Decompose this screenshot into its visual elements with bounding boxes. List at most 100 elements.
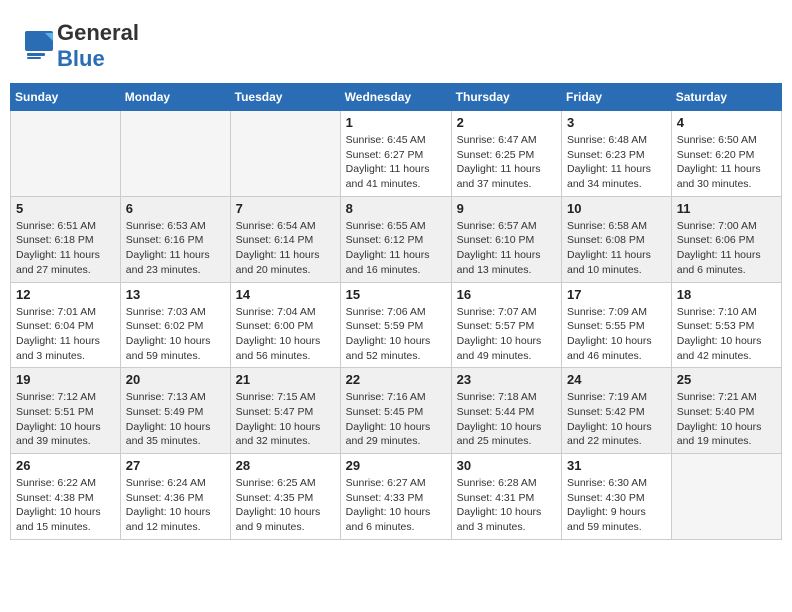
day-info: Sunrise: 7:15 AM Sunset: 5:47 PM Dayligh…: [236, 390, 335, 449]
day-info: Sunrise: 6:22 AM Sunset: 4:38 PM Dayligh…: [16, 476, 115, 535]
day-info: Sunrise: 7:07 AM Sunset: 5:57 PM Dayligh…: [457, 305, 556, 364]
day-info: Sunrise: 7:06 AM Sunset: 5:59 PM Dayligh…: [346, 305, 446, 364]
day-info: Sunrise: 7:21 AM Sunset: 5:40 PM Dayligh…: [677, 390, 776, 449]
day-info: Sunrise: 7:01 AM Sunset: 6:04 PM Dayligh…: [16, 305, 115, 364]
calendar-cell: 24 Sunrise: 7:19 AM Sunset: 5:42 PM Dayli…: [562, 368, 672, 454]
day-number: 30: [457, 458, 556, 473]
day-info: Sunrise: 6:45 AM Sunset: 6:27 PM Dayligh…: [346, 133, 446, 192]
day-info: Sunrise: 7:10 AM Sunset: 5:53 PM Dayligh…: [677, 305, 776, 364]
calendar-cell: 14 Sunrise: 7:04 AM Sunset: 6:00 PM Dayli…: [230, 282, 340, 368]
day-number: 7: [236, 201, 335, 216]
weekday-header-thursday: Thursday: [451, 84, 561, 111]
weekday-header-monday: Monday: [120, 84, 230, 111]
day-number: 26: [16, 458, 115, 473]
calendar-cell: 6Sunrise: 6:53 AM Sunset: 6:16 PM Daylig…: [120, 196, 230, 282]
day-number: 3: [567, 115, 666, 130]
calendar-cell: 22 Sunrise: 7:16 AM Sunset: 5:45 PM Dayli…: [340, 368, 451, 454]
day-number: 29: [346, 458, 446, 473]
day-info: Sunrise: 6:27 AM Sunset: 4:33 PM Dayligh…: [346, 476, 446, 535]
day-number: 14: [236, 287, 335, 302]
calendar-cell: 31 Sunrise: 6:30 AM Sunset: 4:30 PM Dayli…: [562, 454, 672, 540]
day-number: 24: [567, 372, 666, 387]
day-number: 22: [346, 372, 446, 387]
day-number: 2: [457, 115, 556, 130]
calendar-cell: 12Sunrise: 7:01 AM Sunset: 6:04 PM Dayli…: [11, 282, 121, 368]
logo-icon: [25, 31, 55, 61]
calendar-cell: 27Sunrise: 6:24 AM Sunset: 4:36 PM Dayli…: [120, 454, 230, 540]
day-info: Sunrise: 6:54 AM Sunset: 6:14 PM Dayligh…: [236, 219, 335, 278]
calendar-cell: 17Sunrise: 7:09 AM Sunset: 5:55 PM Dayli…: [562, 282, 672, 368]
calendar-cell: [11, 111, 121, 197]
day-number: 4: [677, 115, 776, 130]
day-info: Sunrise: 6:25 AM Sunset: 4:35 PM Dayligh…: [236, 476, 335, 535]
calendar-cell: 26 Sunrise: 6:22 AM Sunset: 4:38 PM Dayli…: [11, 454, 121, 540]
calendar-cell: 18 Sunrise: 7:10 AM Sunset: 5:53 PM Dayli…: [671, 282, 781, 368]
calendar-cell: 15Sunrise: 7:06 AM Sunset: 5:59 PM Dayli…: [340, 282, 451, 368]
calendar-week-row: 5Sunrise: 6:51 AM Sunset: 6:18 PM Daylig…: [11, 196, 782, 282]
weekday-header-wednesday: Wednesday: [340, 84, 451, 111]
weekday-header-tuesday: Tuesday: [230, 84, 340, 111]
calendar-cell: 29 Sunrise: 6:27 AM Sunset: 4:33 PM Dayli…: [340, 454, 451, 540]
day-info: Sunrise: 7:00 AM Sunset: 6:06 PM Dayligh…: [677, 219, 776, 278]
day-number: 20: [126, 372, 225, 387]
calendar-cell: 23Sunrise: 7:18 AM Sunset: 5:44 PM Dayli…: [451, 368, 561, 454]
day-info: Sunrise: 6:47 AM Sunset: 6:25 PM Dayligh…: [457, 133, 556, 192]
logo: GeneralBlue: [25, 20, 139, 72]
weekday-header-sunday: Sunday: [11, 84, 121, 111]
calendar-cell: 19 Sunrise: 7:12 AM Sunset: 5:51 PM Dayli…: [11, 368, 121, 454]
day-number: 9: [457, 201, 556, 216]
weekday-header-saturday: Saturday: [671, 84, 781, 111]
calendar-cell: 9 Sunrise: 6:57 AM Sunset: 6:10 PM Daylig…: [451, 196, 561, 282]
weekday-header-row: SundayMondayTuesdayWednesdayThursdayFrid…: [11, 84, 782, 111]
day-number: 28: [236, 458, 335, 473]
day-info: Sunrise: 7:19 AM Sunset: 5:42 PM Dayligh…: [567, 390, 666, 449]
day-info: Sunrise: 6:48 AM Sunset: 6:23 PM Dayligh…: [567, 133, 666, 192]
day-number: 19: [16, 372, 115, 387]
day-number: 16: [457, 287, 556, 302]
calendar-cell: 13 Sunrise: 7:03 AM Sunset: 6:02 PM Dayli…: [120, 282, 230, 368]
calendar-cell: 5Sunrise: 6:51 AM Sunset: 6:18 PM Daylig…: [11, 196, 121, 282]
day-number: 17: [567, 287, 666, 302]
calendar-table: SundayMondayTuesdayWednesdayThursdayFrid…: [10, 83, 782, 540]
day-number: 31: [567, 458, 666, 473]
calendar-cell: [230, 111, 340, 197]
day-number: 18: [677, 287, 776, 302]
calendar-cell: 20 Sunrise: 7:13 AM Sunset: 5:49 PM Dayli…: [120, 368, 230, 454]
day-number: 6: [126, 201, 225, 216]
day-info: Sunrise: 7:12 AM Sunset: 5:51 PM Dayligh…: [16, 390, 115, 449]
day-info: Sunrise: 6:57 AM Sunset: 6:10 PM Dayligh…: [457, 219, 556, 278]
calendar-cell: 11 Sunrise: 7:00 AM Sunset: 6:06 PM Dayli…: [671, 196, 781, 282]
calendar-week-row: 12Sunrise: 7:01 AM Sunset: 6:04 PM Dayli…: [11, 282, 782, 368]
calendar-cell: 3 Sunrise: 6:48 AM Sunset: 6:23 PM Daylig…: [562, 111, 672, 197]
day-number: 5: [16, 201, 115, 216]
calendar-cell: 28 Sunrise: 6:25 AM Sunset: 4:35 PM Dayli…: [230, 454, 340, 540]
day-info: Sunrise: 6:58 AM Sunset: 6:08 PM Dayligh…: [567, 219, 666, 278]
calendar-cell: [671, 454, 781, 540]
day-info: Sunrise: 7:04 AM Sunset: 6:00 PM Dayligh…: [236, 305, 335, 364]
calendar-week-row: 1Sunrise: 6:45 AM Sunset: 6:27 PM Daylig…: [11, 111, 782, 197]
calendar-cell: [120, 111, 230, 197]
day-info: Sunrise: 6:50 AM Sunset: 6:20 PM Dayligh…: [677, 133, 776, 192]
weekday-header-friday: Friday: [562, 84, 672, 111]
calendar-cell: 10 Sunrise: 6:58 AM Sunset: 6:08 PM Dayli…: [562, 196, 672, 282]
day-info: Sunrise: 7:13 AM Sunset: 5:49 PM Dayligh…: [126, 390, 225, 449]
day-info: Sunrise: 7:16 AM Sunset: 5:45 PM Dayligh…: [346, 390, 446, 449]
day-number: 8: [346, 201, 446, 216]
day-number: 21: [236, 372, 335, 387]
calendar-cell: 4 Sunrise: 6:50 AM Sunset: 6:20 PM Daylig…: [671, 111, 781, 197]
calendar-cell: 30Sunrise: 6:28 AM Sunset: 4:31 PM Dayli…: [451, 454, 561, 540]
day-info: Sunrise: 7:18 AM Sunset: 5:44 PM Dayligh…: [457, 390, 556, 449]
calendar-cell: 1Sunrise: 6:45 AM Sunset: 6:27 PM Daylig…: [340, 111, 451, 197]
day-number: 11: [677, 201, 776, 216]
logo-text: GeneralBlue: [57, 20, 139, 72]
day-number: 13: [126, 287, 225, 302]
page-header: GeneralBlue: [10, 10, 782, 77]
calendar-cell: 21 Sunrise: 7:15 AM Sunset: 5:47 PM Dayli…: [230, 368, 340, 454]
day-info: Sunrise: 7:03 AM Sunset: 6:02 PM Dayligh…: [126, 305, 225, 364]
calendar-cell: 8Sunrise: 6:55 AM Sunset: 6:12 PM Daylig…: [340, 196, 451, 282]
day-number: 10: [567, 201, 666, 216]
day-number: 27: [126, 458, 225, 473]
calendar-week-row: 19 Sunrise: 7:12 AM Sunset: 5:51 PM Dayli…: [11, 368, 782, 454]
day-info: Sunrise: 6:30 AM Sunset: 4:30 PM Dayligh…: [567, 476, 666, 535]
calendar-week-row: 26 Sunrise: 6:22 AM Sunset: 4:38 PM Dayli…: [11, 454, 782, 540]
